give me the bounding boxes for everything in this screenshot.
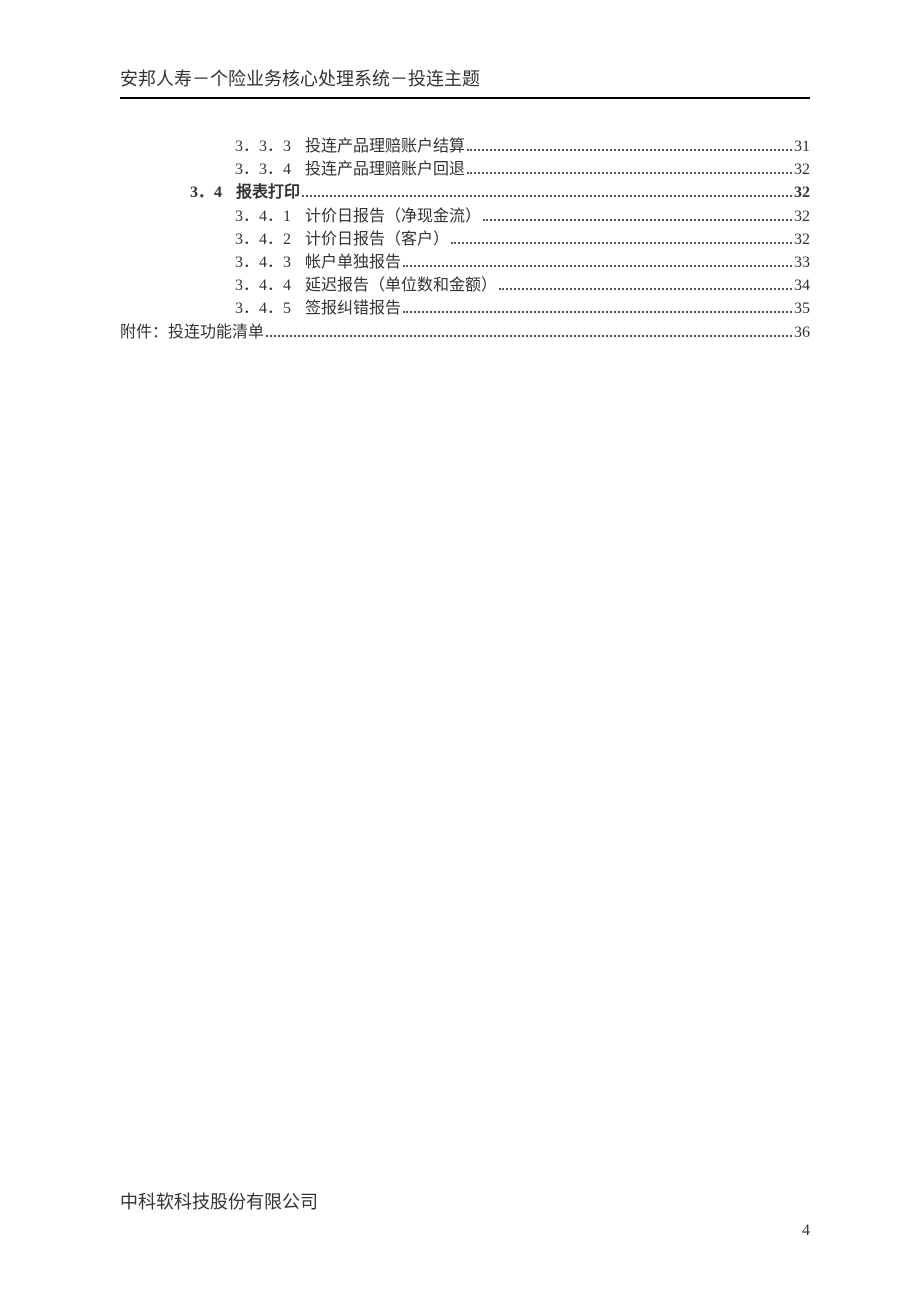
toc-entry-number: 3．4．2 <box>235 228 291 251</box>
toc-entry: 附件：投连功能清单 36 <box>120 321 810 344</box>
toc-entry-title: 附件：投连功能清单 <box>120 321 264 344</box>
toc-entry-number: 3．4．3 <box>235 251 291 274</box>
toc-entry-title: 延迟报告（单位数和金额） <box>305 274 497 297</box>
toc-entry-title: 计价日报告（客户） <box>305 228 449 251</box>
toc-entry-page: 32 <box>794 205 810 228</box>
toc-entry: 3．3．4 投连产品理赔账户回退 32 <box>120 158 810 181</box>
toc-entry-page: 32 <box>794 158 810 181</box>
toc-leader-dots <box>467 149 792 151</box>
document-header: 安邦人寿－个险业务核心处理系统－投连主题 <box>120 65 810 99</box>
toc-leader-dots <box>403 311 792 313</box>
toc-entry-title: 投连产品理赔账户结算 <box>305 135 465 158</box>
toc-leader-dots <box>467 172 792 174</box>
toc-entry-number: 3．4 <box>190 181 222 204</box>
toc-entry-page: 32 <box>794 181 810 204</box>
toc-entry-page: 35 <box>794 297 810 320</box>
toc-entry-title: 计价日报告（净现金流） <box>305 205 481 228</box>
toc-entry-number: 3．4．4 <box>235 274 291 297</box>
toc-entry-page: 34 <box>794 274 810 297</box>
toc-entry-number: 3．4．5 <box>235 297 291 320</box>
toc-entry-number: 3．3．4 <box>235 158 291 181</box>
toc-entry: 3．4．5 签报纠错报告 35 <box>120 297 810 320</box>
toc-entry: 3．4．1 计价日报告（净现金流） 32 <box>120 205 810 228</box>
toc-entry-page: 33 <box>794 251 810 274</box>
page-number: 4 <box>802 1222 810 1240</box>
toc-leader-dots <box>266 335 792 337</box>
toc-entry-title: 签报纠错报告 <box>305 297 401 320</box>
table-of-contents: 3．3．3 投连产品理赔账户结算 31 3．3．4 投连产品理赔账户回退 32 3．4 报表打… <box>120 135 810 344</box>
toc-entry-number: 3．3．3 <box>235 135 291 158</box>
toc-entry-title: 帐户单独报告 <box>305 251 401 274</box>
toc-entry-page: 31 <box>794 135 810 158</box>
toc-leader-dots <box>499 288 792 290</box>
toc-entry: 3．4．2 计价日报告（客户） 32 <box>120 228 810 251</box>
toc-entry-title: 报表打印 <box>236 181 300 204</box>
toc-entry-page: 32 <box>794 228 810 251</box>
footer-company: 中科软科技股份有限公司 <box>120 1188 318 1214</box>
toc-leader-dots <box>483 219 792 221</box>
toc-leader-dots <box>302 195 792 197</box>
toc-entry-page: 36 <box>794 321 810 344</box>
toc-entry: 3．4．3 帐户单独报告 33 <box>120 251 810 274</box>
toc-leader-dots <box>403 265 792 267</box>
toc-entry: 3．4 报表打印 32 <box>120 181 810 204</box>
toc-entry: 3．4．4 延迟报告（单位数和金额） 34 <box>120 274 810 297</box>
toc-entry: 3．3．3 投连产品理赔账户结算 31 <box>120 135 810 158</box>
toc-entry-number: 3．4．1 <box>235 205 291 228</box>
toc-leader-dots <box>451 242 792 244</box>
toc-entry-title: 投连产品理赔账户回退 <box>305 158 465 181</box>
